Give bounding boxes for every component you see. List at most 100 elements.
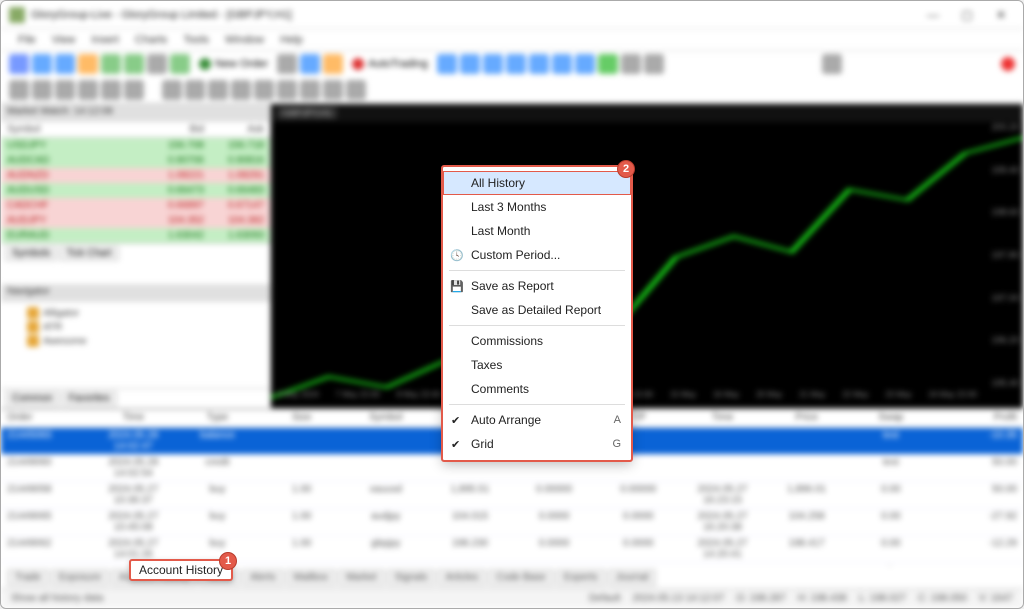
market-watch-row[interactable]: AUDCAD0.907060.90816 — [1, 153, 270, 168]
market-watch-row[interactable]: CADCHF0.668970.67147 — [1, 198, 270, 213]
terminal-tab[interactable]: Mailbox — [286, 569, 336, 586]
help-icon[interactable] — [822, 54, 842, 74]
terminal-tab[interactable]: Articles — [437, 569, 486, 586]
menu-window[interactable]: Window — [218, 32, 271, 48]
cm-commissions[interactable]: Commissions — [443, 329, 631, 353]
toolbar-icon[interactable] — [170, 54, 190, 74]
close-button[interactable]: ✕ — [987, 5, 1015, 25]
terminal-row[interactable]: 214490652024.05.27 10:45:08buy1.00audjpy… — [1, 509, 1023, 536]
toolbar-icon[interactable] — [101, 80, 121, 100]
navigator-item[interactable]: Awesome — [9, 334, 262, 348]
market-watch-row[interactable]: AUDNZD1.082211.08291 — [1, 168, 270, 183]
cm-save-detailed[interactable]: Save as Detailed Report — [443, 298, 631, 322]
menu-view[interactable]: View — [45, 32, 83, 48]
toolbar-icon[interactable] — [644, 54, 664, 74]
toolbar-icon[interactable] — [323, 54, 343, 74]
cm-taxes[interactable]: Taxes — [443, 353, 631, 377]
terminal-tab[interactable]: Code Base — [488, 569, 553, 586]
timeframe-mn[interactable] — [346, 80, 366, 100]
timeframe-d1[interactable] — [300, 80, 320, 100]
nav-tab-favorites[interactable]: Favorites — [62, 391, 117, 406]
terminal-tab[interactable]: Trade — [7, 569, 49, 586]
menu-help[interactable]: Help — [273, 32, 310, 48]
toolbar-icon[interactable] — [437, 54, 457, 74]
terminal-tab[interactable]: Alerts — [242, 569, 284, 586]
toolbar-icon[interactable] — [300, 54, 320, 74]
navigator-item[interactable]: ATR — [9, 320, 262, 334]
minimize-button[interactable]: — — [919, 5, 947, 25]
terminal-col[interactable]: Time — [680, 412, 764, 425]
terminal-tab[interactable]: Market — [338, 569, 385, 586]
alert-icon[interactable] — [1001, 57, 1015, 71]
timeframe-h1[interactable] — [254, 80, 274, 100]
timeframe-w1[interactable] — [323, 80, 343, 100]
toolbar-icon[interactable] — [32, 80, 52, 100]
terminal-col[interactable]: Size — [260, 412, 344, 425]
account-history-callout[interactable]: Account History — [129, 559, 233, 581]
market-watch-title: Market Watch: 14:12:08 — [1, 104, 270, 122]
cm-all-history[interactable]: All History — [443, 171, 631, 195]
market-watch-row[interactable]: AUDUSD0.664730.66483 — [1, 183, 270, 198]
terminal-tab[interactable]: Experts — [556, 569, 606, 586]
toolbar-icon[interactable] — [55, 54, 75, 74]
terminal-col[interactable]: Profit — [933, 412, 1017, 425]
nav-tab-common[interactable]: Common — [5, 391, 60, 406]
toolbar-icon[interactable] — [124, 80, 144, 100]
terminal-tab[interactable]: Signals — [387, 569, 436, 586]
toolbar-icon[interactable] — [552, 54, 572, 74]
navigator-item[interactable]: Alligator — [9, 306, 262, 320]
toolbar-icon[interactable] — [483, 54, 503, 74]
timeframe-m1[interactable] — [162, 80, 182, 100]
cm-custom-period[interactable]: 🕓 Custom Period... — [443, 243, 631, 267]
maximize-button[interactable]: ▢ — [953, 5, 981, 25]
market-watch-row[interactable]: USDJPY156.708156.718 — [1, 138, 270, 153]
toolbar-icon[interactable] — [277, 54, 297, 74]
autotrading-button[interactable]: AutoTrading — [346, 56, 434, 72]
menu-tools[interactable]: Tools — [176, 32, 216, 48]
terminal-col[interactable]: Order — [7, 412, 91, 425]
menu-charts[interactable]: Charts — [128, 32, 174, 48]
terminal-tab[interactable]: Journal — [608, 569, 657, 586]
timeframe-h4[interactable] — [277, 80, 297, 100]
new-order-button[interactable]: New Order — [193, 56, 274, 72]
toolbar-icon[interactable] — [124, 54, 144, 74]
toolbar-icon[interactable] — [55, 80, 75, 100]
cm-last-3-months[interactable]: Last 3 Months — [443, 195, 631, 219]
market-watch-row[interactable]: EURAUD1.630421.63093 — [1, 228, 270, 243]
toolbar-icon[interactable] — [598, 54, 618, 74]
toolbar-icon[interactable] — [101, 54, 121, 74]
terminal-col[interactable]: Swap — [849, 412, 933, 425]
toolbar-icon[interactable] — [621, 54, 641, 74]
terminal-col[interactable]: Price — [765, 412, 849, 425]
terminal-col[interactable]: Time — [91, 412, 175, 425]
cm-comments[interactable]: Comments — [443, 377, 631, 401]
toolbar-icon[interactable] — [575, 54, 595, 74]
toolbar-icon[interactable] — [9, 54, 29, 74]
timeframe-m30[interactable] — [231, 80, 251, 100]
terminal-tab[interactable]: Exposure — [51, 569, 109, 586]
terminal-col[interactable]: Symbol — [344, 412, 428, 425]
mw-tab-symbols[interactable]: Symbols — [5, 246, 57, 261]
cm-last-month[interactable]: Last Month — [443, 219, 631, 243]
toolbar-icon[interactable] — [506, 54, 526, 74]
terminal-row[interactable]: 214490582024.05.27 10:36:37buy1.00xauusd… — [1, 482, 1023, 509]
timeframe-m15[interactable] — [208, 80, 228, 100]
cm-auto-arrange[interactable]: ✔ Auto Arrange A — [443, 408, 631, 432]
market-watch-row[interactable]: AUDJPY104.352104.382 — [1, 213, 270, 228]
toolbar-icon[interactable] — [9, 80, 29, 100]
toolbar-icon[interactable] — [32, 54, 52, 74]
cm-save-report[interactable]: 💾 Save as Report — [443, 274, 631, 298]
timeframe-m5[interactable] — [185, 80, 205, 100]
menu-file[interactable]: File — [11, 32, 43, 48]
toolbar-icon[interactable] — [147, 54, 167, 74]
menu-insert[interactable]: Insert — [84, 32, 126, 48]
cm-grid[interactable]: ✔ Grid G — [443, 432, 631, 456]
toolbar-icon[interactable] — [78, 80, 98, 100]
chart-tab[interactable]: GBPJPY,H1 — [277, 107, 337, 119]
terminal-col[interactable]: Type — [175, 412, 259, 425]
toolbar-icon[interactable] — [78, 54, 98, 74]
chart-area[interactable]: GBPJPY,H1 200.20199.40198.60197.80197.00… — [271, 104, 1023, 408]
toolbar-icon[interactable] — [529, 54, 549, 74]
mw-tab-tickchart[interactable]: Tick Chart — [59, 246, 118, 261]
toolbar-icon[interactable] — [460, 54, 480, 74]
